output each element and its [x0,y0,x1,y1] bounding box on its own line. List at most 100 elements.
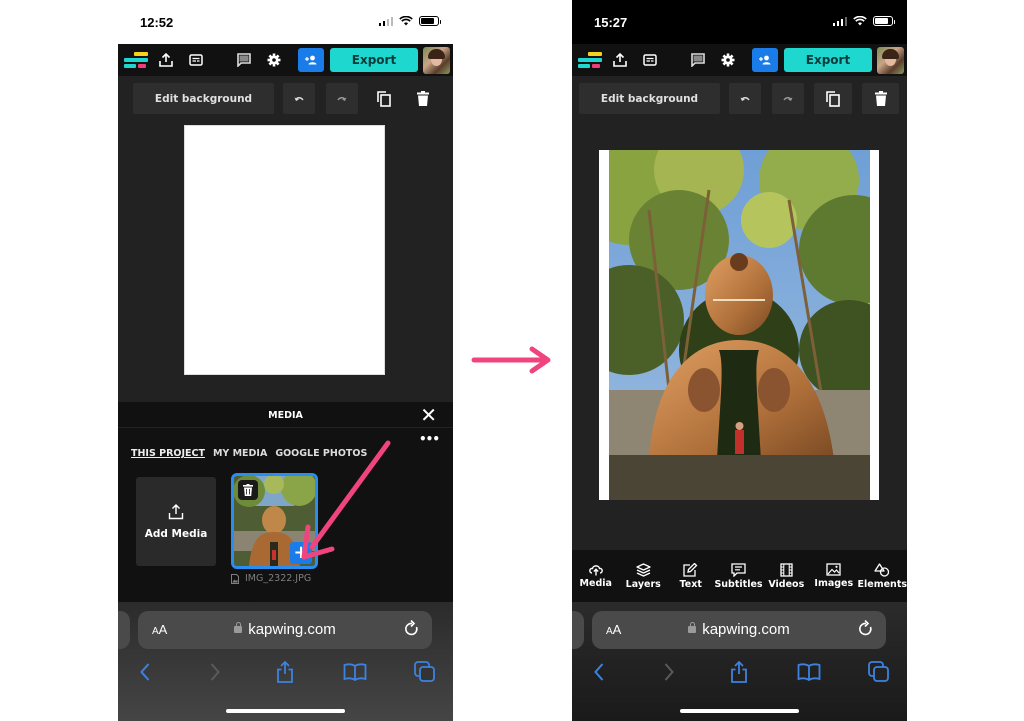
tool-text[interactable]: Text [667,550,714,602]
edit-background-label: Edit background [600,92,699,105]
previous-tab-peek[interactable] [572,611,584,649]
back-icon[interactable] [130,659,160,685]
edit-toolbar: Edit background [572,76,907,122]
share-icon[interactable] [270,659,300,685]
export-button[interactable]: Export [330,48,418,72]
upload-icon[interactable] [158,52,174,68]
media-panel-title: MEDIA [268,410,303,421]
comment-icon[interactable] [236,52,252,68]
lock-icon [688,622,697,633]
redo-icon [337,96,347,101]
close-icon[interactable]: ✕ [420,405,437,425]
tool-media[interactable]: Media [572,550,619,602]
more-options-icon[interactable]: ••• [419,432,440,446]
status-bar: 12:52 [118,0,453,44]
duplicate-button[interactable] [368,83,400,114]
wifi-icon [399,16,413,26]
subtitles-icon[interactable] [188,52,204,68]
kapwing-logo[interactable] [578,52,602,68]
tool-images[interactable]: Images [810,550,857,602]
invite-collaborator-button[interactable] [298,48,324,72]
bookmarks-icon[interactable] [340,659,370,685]
forward-icon[interactable] [200,659,230,685]
duplicate-icon [826,90,840,107]
share-icon[interactable] [724,659,754,685]
tool-elements[interactable]: Elements [858,550,907,602]
delete-button[interactable] [408,83,438,114]
add-user-icon [305,55,317,65]
delete-media-button[interactable] [238,480,258,500]
phone-screenshot-after: 15:27 Export Edit background Media Layer… [572,0,907,721]
lock-icon [234,622,243,633]
status-time: 15:27 [594,15,628,30]
previous-tab-peek[interactable] [118,611,130,649]
tabs-icon[interactable] [410,659,440,685]
redo-icon [783,96,793,101]
duplicate-button[interactable] [814,83,852,114]
redo-button[interactable] [772,83,804,114]
media-panel-header: MEDIA ✕ [118,402,453,428]
tab-my-media[interactable]: MY MEDIA [213,448,267,459]
trash-icon [417,91,429,106]
status-time: 12:52 [140,15,174,30]
file-image-icon [231,573,239,584]
edit-background-label: Edit background [154,92,253,105]
browser-chrome: AA kapwing.com [118,602,453,721]
canvas-area [118,122,453,402]
back-icon[interactable] [584,659,614,685]
kapwing-logo[interactable] [124,52,148,68]
subtitles-icon [731,562,746,577]
browser-nav-bar [118,659,453,685]
browser-nav-bar [572,659,907,685]
tool-videos[interactable]: Videos [763,550,810,602]
reload-icon[interactable] [404,619,420,642]
gear-icon[interactable] [720,52,736,68]
blank-canvas[interactable] [184,125,385,375]
statue-photo[interactable] [609,150,870,500]
url-text: kapwing.com [248,621,336,638]
tab-this-project[interactable]: THIS PROJECT [131,448,205,459]
address-bar[interactable]: AA kapwing.com [592,611,886,649]
upload-icon [168,503,184,519]
export-button[interactable]: Export [784,48,872,72]
forward-icon[interactable] [654,659,684,685]
undo-button[interactable] [729,83,761,114]
redo-button[interactable] [326,83,358,114]
edit-background-button[interactable]: Edit background [133,83,274,114]
tabs-icon[interactable] [864,659,894,685]
address-bar[interactable]: AA kapwing.com [138,611,432,649]
reload-icon[interactable] [858,619,874,642]
signal-icon [832,16,847,26]
user-avatar[interactable] [877,47,904,74]
shapes-icon [874,562,890,577]
trash-icon [243,484,253,496]
statue-photo-image [609,150,870,500]
tool-layers[interactable]: Layers [619,550,666,602]
canvas-with-photo[interactable] [599,150,879,500]
tool-subtitles[interactable]: Subtitles [714,550,763,602]
annotation-pointer-arrow [301,440,391,560]
upload-icon[interactable] [612,52,628,68]
phone-screenshot-before: 12:52 Export Edit background MEDIA ✕ •••… [118,0,453,721]
undo-icon [294,96,304,101]
bookmarks-icon[interactable] [794,659,824,685]
edit-background-button[interactable]: Edit background [579,83,720,114]
status-bar: 15:27 [572,0,907,44]
add-media-label: Add Media [144,527,208,540]
canvas-area [572,122,907,550]
gear-icon[interactable] [266,52,282,68]
media-file-name-label: IMG_2322.JPG [245,573,312,584]
undo-button[interactable] [283,83,315,114]
url-text: kapwing.com [702,621,790,638]
film-icon [780,562,793,577]
delete-button[interactable] [862,83,899,114]
user-avatar[interactable] [423,47,450,74]
home-indicator [226,709,345,713]
invite-collaborator-button[interactable] [752,48,778,72]
duplicate-icon [377,90,391,107]
comment-icon[interactable] [690,52,706,68]
wifi-icon [853,16,867,26]
media-file-name: IMG_2322.JPG [231,573,331,584]
subtitles-icon[interactable] [642,52,658,68]
add-media-button[interactable]: Add Media [136,477,216,566]
